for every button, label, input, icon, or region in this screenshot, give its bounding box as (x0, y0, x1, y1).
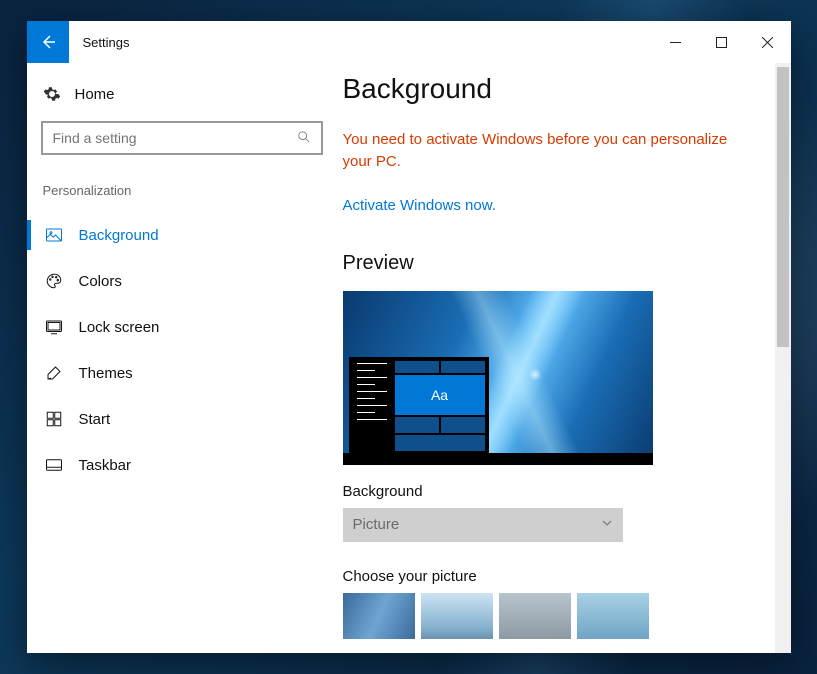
preview-heading: Preview (343, 252, 757, 275)
start-icon (45, 410, 63, 428)
search-icon (287, 130, 321, 147)
palette-icon (45, 272, 63, 290)
sidebar-item-themes[interactable]: Themes (27, 350, 337, 396)
sidebar-item-label: Start (79, 411, 111, 428)
background-dropdown[interactable]: Picture (343, 508, 623, 542)
titlebar: Settings (27, 21, 791, 63)
close-button[interactable] (745, 21, 791, 63)
picture-thumbnail[interactable] (499, 593, 571, 639)
activate-windows-link[interactable]: Activate Windows now. (343, 197, 496, 214)
home-label: Home (75, 86, 115, 103)
arrow-left-icon (40, 34, 56, 50)
dropdown-value: Picture (353, 516, 400, 533)
picture-icon (45, 226, 63, 244)
scrollbar[interactable] (775, 63, 791, 653)
search-box[interactable] (41, 121, 323, 155)
sidebar-item-label: Background (79, 227, 159, 244)
picture-thumbnail[interactable] (421, 593, 493, 639)
window-controls (653, 21, 791, 63)
back-button[interactable] (27, 21, 69, 63)
minimize-icon (670, 37, 681, 48)
window-title: Settings (69, 21, 130, 63)
sidebar-item-lockscreen[interactable]: Lock screen (27, 304, 337, 350)
sidebar-item-background[interactable]: Background (27, 212, 337, 258)
sidebar-item-label: Colors (79, 273, 122, 290)
scrollbar-thumb[interactable] (777, 67, 789, 347)
page-title: Background (343, 73, 757, 105)
main-panel: Background You need to activate Windows … (337, 63, 791, 653)
sidebar-item-start[interactable]: Start (27, 396, 337, 442)
sidebar: Home Personalization Background (27, 63, 337, 653)
desktop-preview: Aa (343, 291, 653, 465)
maximize-icon (716, 37, 727, 48)
picture-thumbnail[interactable] (577, 593, 649, 639)
gear-icon (43, 85, 61, 103)
sidebar-item-colors[interactable]: Colors (27, 258, 337, 304)
preview-taskbar (343, 453, 653, 465)
choose-picture-label: Choose your picture (343, 568, 757, 585)
search-input[interactable] (43, 130, 287, 146)
preview-sample-tile: Aa (395, 375, 485, 415)
settings-window: Settings Home (27, 21, 791, 653)
preview-start-menu: Aa (349, 357, 489, 453)
picture-thumbnails (343, 593, 757, 639)
category-label: Personalization (27, 173, 337, 212)
maximize-button[interactable] (699, 21, 745, 63)
content-area: Home Personalization Background (27, 63, 791, 653)
search-container (27, 115, 337, 173)
background-field-label: Background (343, 483, 757, 500)
taskbar-icon (45, 456, 63, 474)
picture-thumbnail[interactable] (343, 593, 415, 639)
lockscreen-icon (45, 318, 63, 336)
activation-warning: You need to activate Windows before you … (343, 129, 743, 173)
sidebar-item-taskbar[interactable]: Taskbar (27, 442, 337, 488)
close-icon (762, 37, 773, 48)
chevron-down-icon (601, 517, 613, 532)
themes-icon (45, 364, 63, 382)
sidebar-item-label: Taskbar (79, 457, 132, 474)
sidebar-item-label: Themes (79, 365, 133, 382)
minimize-button[interactable] (653, 21, 699, 63)
nav-list: Background Colors Lock screen (27, 212, 337, 488)
sidebar-item-label: Lock screen (79, 319, 160, 336)
home-button[interactable]: Home (27, 73, 337, 115)
